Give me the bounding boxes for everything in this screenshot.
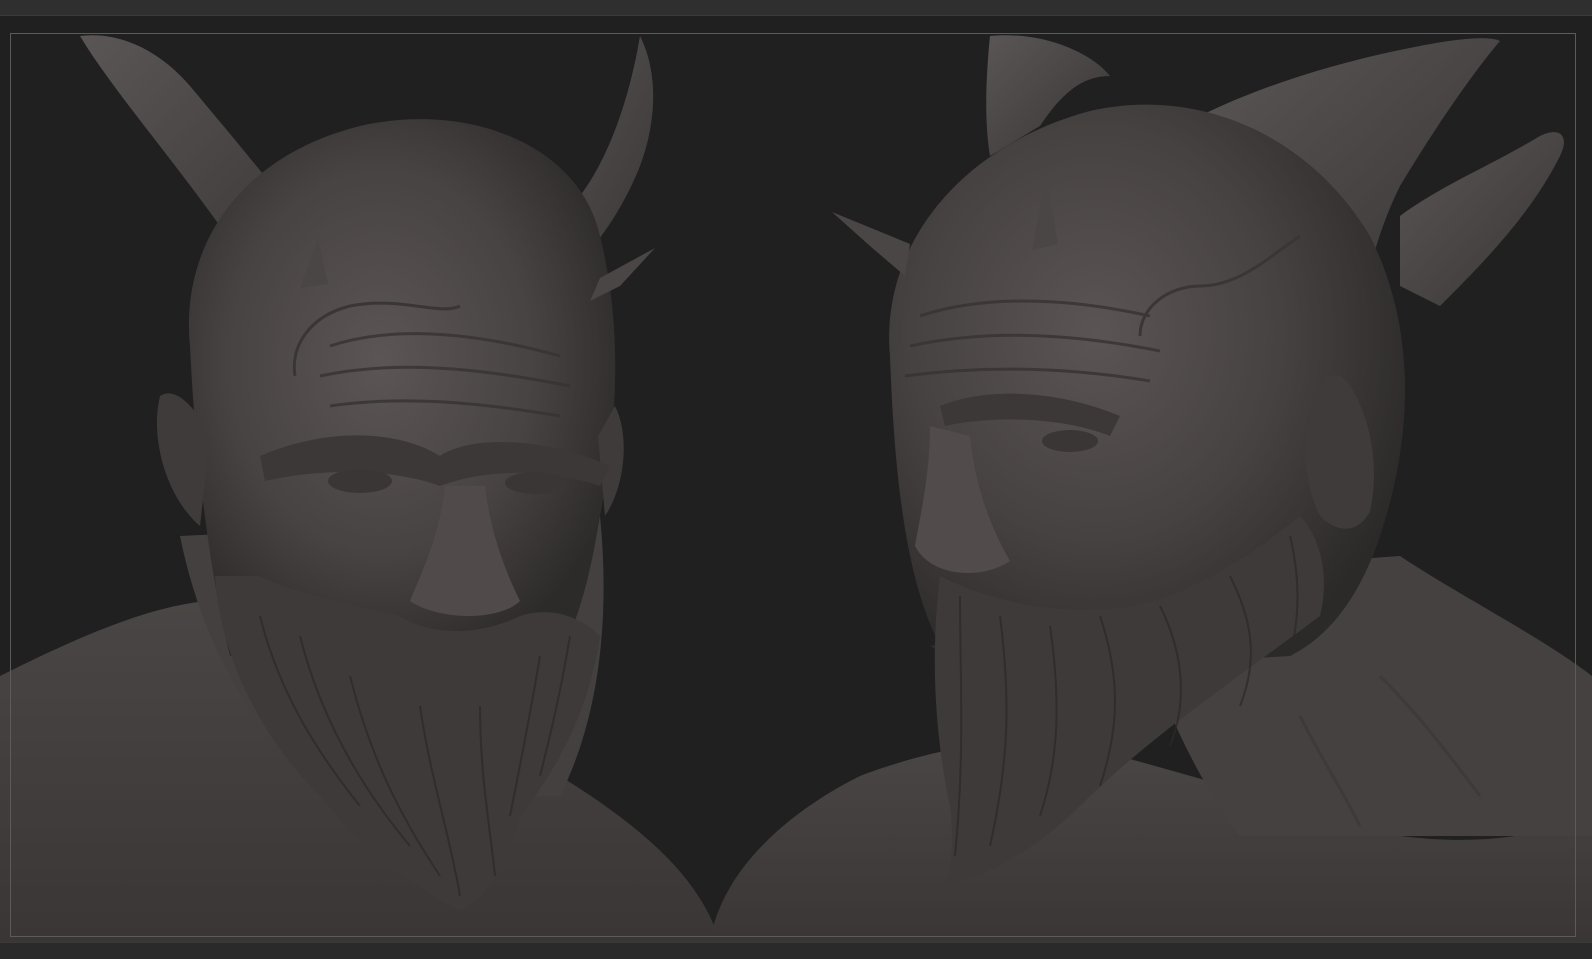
left-head (188, 119, 616, 657)
left-eye-l (328, 469, 392, 493)
right-bust (710, 35, 1592, 942)
right-eye (1042, 430, 1098, 452)
right-small-horn-front (832, 212, 910, 276)
sculpt-viewport[interactable] (0, 16, 1592, 942)
left-eye-r (505, 472, 565, 494)
bottom-status-strip (0, 942, 1592, 959)
top-toolbar-strip (0, 0, 1592, 16)
right-horn-side (1400, 132, 1564, 306)
left-bust (0, 35, 720, 942)
viewport-render (0, 35, 1592, 942)
